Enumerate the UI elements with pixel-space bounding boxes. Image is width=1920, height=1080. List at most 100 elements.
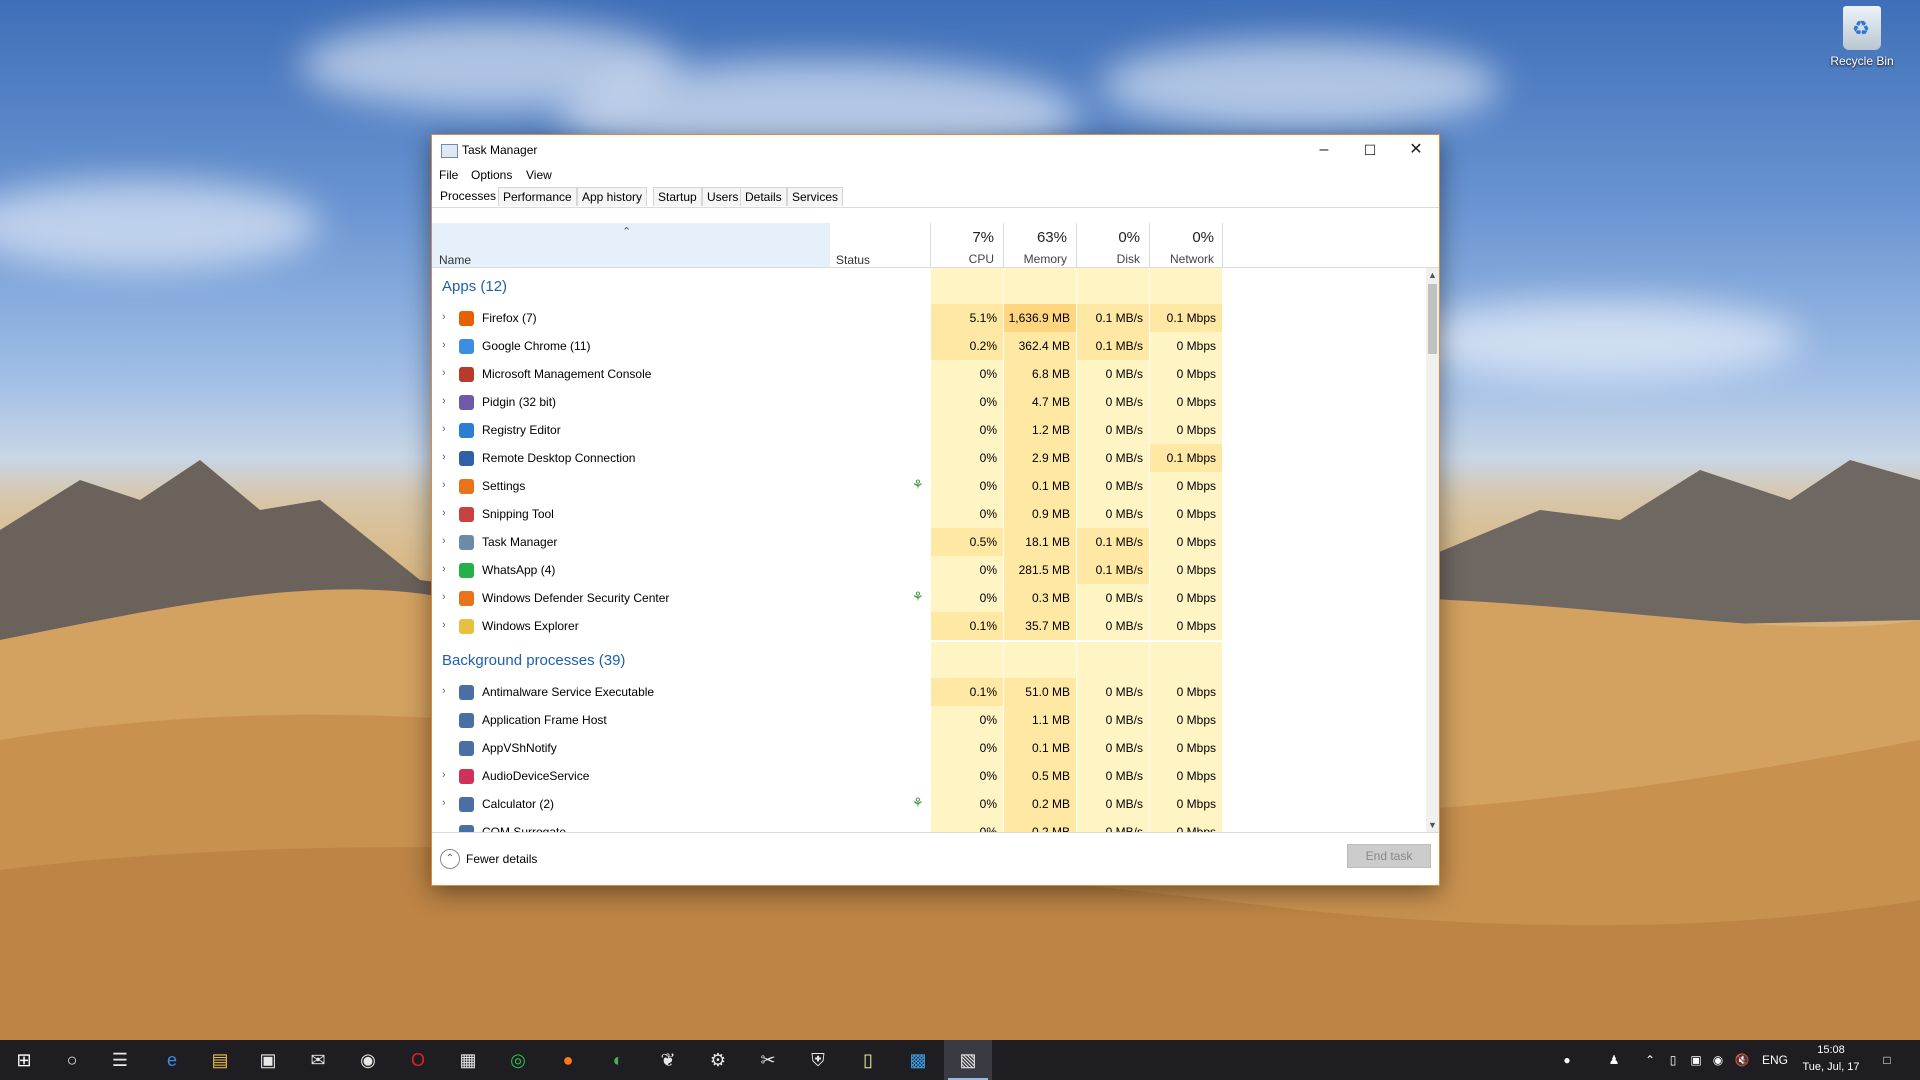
scroll-thumb[interactable] [1428, 284, 1437, 354]
language-indicator[interactable]: ENG [1757, 1040, 1793, 1080]
edge-icon[interactable]: e [148, 1040, 196, 1080]
menu-view[interactable]: View [526, 168, 552, 182]
mmc-icon[interactable]: ▦ [444, 1040, 492, 1080]
table-row[interactable]: › Pidgin (32 bit) 0% 4.7 MB 0 MB/s 0 Mbps [432, 388, 1426, 416]
whatsapp-icon[interactable]: ◎ [494, 1040, 542, 1080]
chevron-right-icon[interactable]: › [442, 311, 446, 323]
tab-startup[interactable]: Startup [653, 187, 702, 206]
chevron-right-icon[interactable]: › [442, 479, 446, 491]
disk-column-header[interactable]: Disk [1080, 252, 1140, 266]
table-row[interactable]: › Registry Editor 0% 1.2 MB 0 MB/s 0 Mbps [432, 416, 1426, 444]
clock[interactable]: 15:08 Tue, Jul, 17 [1796, 1042, 1866, 1076]
thunderbird-icon[interactable]: ◉ [344, 1040, 392, 1080]
cortana-icon[interactable]: ○ [48, 1040, 96, 1080]
file-explorer-icon[interactable]: ▤ [196, 1040, 244, 1080]
process-name: Windows Explorer [482, 619, 579, 633]
start-icon[interactable]: ⊞ [0, 1040, 48, 1080]
defender-tray-icon[interactable]: ◉ [1708, 1040, 1728, 1080]
user-avatar-icon[interactable]: ● [1552, 1040, 1582, 1080]
minimize-button[interactable]: – [1301, 135, 1347, 165]
task-manager-icon[interactable]: ▧ [944, 1040, 992, 1080]
table-row[interactable]: › Firefox (7) 5.1% 1,636.9 MB 0.1 MB/s 0.1 Mb… [432, 304, 1426, 332]
firefox-icon[interactable]: ● [544, 1040, 592, 1080]
table-row[interactable]: › Calculator (2) ⚘ 0% 0.2 MB 0 MB/s 0 Mbps [432, 790, 1426, 818]
tab-performance[interactable]: Performance [498, 187, 577, 206]
menu-file[interactable]: File [439, 168, 458, 182]
tab-app-history[interactable]: App history [577, 187, 648, 206]
mail-icon[interactable]: ✉ [294, 1040, 342, 1080]
chevron-right-icon[interactable]: › [442, 507, 446, 519]
table-row[interactable]: › Windows Explorer 0.1% 35.7 MB 0 MB/s 0 Mbps [432, 612, 1426, 640]
regedit-icon[interactable]: ▩ [894, 1040, 942, 1080]
table-row[interactable]: › WhatsApp (4) 0% 281.5 MB 0.1 MB/s 0 Mbps [432, 556, 1426, 584]
table-row[interactable]: › Windows Defender Security Center ⚘ 0% 0.3 … [432, 584, 1426, 612]
people-icon[interactable]: ♟ [1602, 1040, 1626, 1080]
table-row[interactable]: › Settings ⚘ 0% 0.1 MB 0 MB/s 0 Mbps [432, 472, 1426, 500]
net-cell: 0 Mbps [1150, 556, 1222, 584]
tab-users[interactable]: Users [702, 187, 744, 206]
footer: ⌃ Fewer details End task [432, 832, 1439, 886]
chevron-up-icon[interactable]: ⌃ [440, 849, 460, 869]
chevron-right-icon[interactable]: › [442, 619, 446, 631]
vertical-scrollbar[interactable]: ▲ ▼ [1426, 268, 1439, 832]
chevron-right-icon[interactable]: › [442, 339, 446, 351]
chevron-right-icon[interactable]: › [442, 395, 446, 407]
tab-services[interactable]: Services [787, 187, 844, 206]
store-icon[interactable]: ▣ [244, 1040, 292, 1080]
defender-icon[interactable]: ⛨ [794, 1040, 842, 1080]
end-task-button[interactable]: End task [1347, 844, 1431, 868]
network-column-header[interactable]: Network [1154, 252, 1214, 266]
table-row[interactable]: › AudioDeviceService 0% 0.5 MB 0 MB/s 0 Mbps [432, 762, 1426, 790]
close-button[interactable]: ✕ [1393, 135, 1439, 165]
action-center-icon[interactable]: □ [1872, 1040, 1902, 1080]
settings-icon[interactable]: ⚙ [694, 1040, 742, 1080]
notepad-icon[interactable]: ▯ [844, 1040, 892, 1080]
scroll-up-icon[interactable]: ▲ [1426, 268, 1439, 282]
cpu-column-header[interactable]: CPU [934, 252, 994, 266]
table-row[interactable]: › Task Manager 0.5% 18.1 MB 0.1 MB/s 0 Mbps [432, 528, 1426, 556]
memory-column-header[interactable]: Memory [1007, 252, 1067, 266]
chevron-right-icon[interactable]: › [442, 685, 446, 697]
chevron-up-icon[interactable]: ⌃ [1640, 1040, 1660, 1080]
chevron-right-icon[interactable]: › [442, 451, 446, 463]
tab-details[interactable]: Details [740, 187, 787, 206]
chevron-right-icon[interactable]: › [442, 797, 446, 809]
network-icon[interactable]: ▣ [1686, 1040, 1706, 1080]
volume-muted-icon[interactable]: 🔇 [1732, 1040, 1752, 1080]
table-row[interactable]: › Remote Desktop Connection 0% 2.9 MB 0 MB/s… [432, 444, 1426, 472]
scroll-down-icon[interactable]: ▼ [1426, 818, 1439, 832]
cpu-cell: 0% [931, 762, 1003, 790]
tablet-icon[interactable]: ▯ [1663, 1040, 1683, 1080]
tab-processes[interactable]: Processes [435, 185, 502, 207]
maximize-button[interactable]: ☐ [1347, 135, 1393, 165]
table-row[interactable]: › Microsoft Management Console 0% 6.8 MB 0 M… [432, 360, 1426, 388]
table-row[interactable]: COM Surrogate 0% 0.2 MB 0 MB/s 0 Mbps [432, 818, 1426, 832]
table-row[interactable]: › Snipping Tool 0% 0.9 MB 0 MB/s 0 Mbps [432, 500, 1426, 528]
recycle-bin-shortcut[interactable]: Recycle Bin [1826, 6, 1898, 68]
chevron-right-icon[interactable]: › [442, 423, 446, 435]
menu-options[interactable]: Options [471, 168, 512, 182]
opera-icon[interactable]: O [394, 1040, 442, 1080]
chevron-right-icon[interactable]: › [442, 769, 446, 781]
table-row[interactable]: › Antimalware Service Executable 0.1% 51.0 … [432, 678, 1426, 706]
chevron-right-icon[interactable]: › [442, 563, 446, 575]
background-processes-group-header[interactable]: Background processes (39) [432, 642, 1426, 678]
pidgin-icon[interactable]: ❦ [644, 1040, 692, 1080]
title-bar[interactable]: Task Manager – ☐ ✕ [432, 135, 1439, 165]
snipping-tool-icon[interactable]: ✂ [744, 1040, 792, 1080]
fewer-details-link[interactable]: Fewer details [466, 852, 537, 866]
chevron-right-icon[interactable]: › [442, 367, 446, 379]
chevron-right-icon[interactable]: › [442, 591, 446, 603]
name-column-header[interactable]: ⌃ Name [432, 223, 830, 267]
table-row[interactable]: › Google Chrome (11) 0.2% 362.4 MB 0.1 MB/s 0… [432, 332, 1426, 360]
apps-group-header[interactable]: Apps (12) [432, 268, 1426, 304]
chrome-icon[interactable]: ◐ [594, 1040, 642, 1080]
net-cell: 0 Mbps [1150, 706, 1222, 734]
table-row[interactable]: Application Frame Host 0% 1.1 MB 0 MB/s 0 Mb… [432, 706, 1426, 734]
cpu-cell: 0% [931, 500, 1003, 528]
table-row[interactable]: AppVShNotify 0% 0.1 MB 0 MB/s 0 Mbps [432, 734, 1426, 762]
status-column-header[interactable]: Status [836, 253, 870, 267]
mem-cell: 0.3 MB [1004, 584, 1076, 612]
task-view-icon[interactable]: ☰ [96, 1040, 144, 1080]
chevron-right-icon[interactable]: › [442, 535, 446, 547]
